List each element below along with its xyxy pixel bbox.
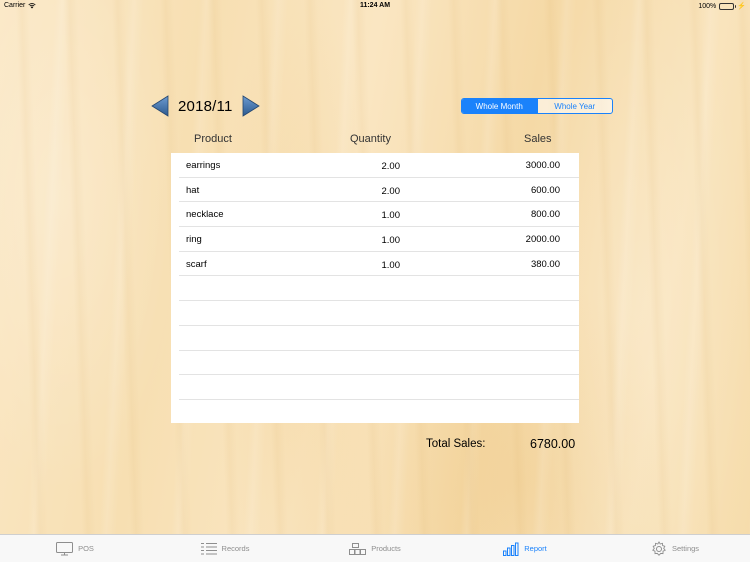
cell-quantity: 1.00 xyxy=(381,235,401,247)
table-row-empty[interactable] xyxy=(179,326,579,351)
table-row-empty[interactable] xyxy=(179,276,579,302)
sales-report-table[interactable]: earrings 2.00 3000.00 hat 2.00 600.00 ne… xyxy=(171,153,579,423)
cell-quantity: 2.00 xyxy=(381,185,401,197)
whole-month-segment[interactable]: Whole Month xyxy=(462,99,537,113)
boxes-icon xyxy=(349,542,367,555)
tab-products[interactable]: Products xyxy=(300,535,450,562)
tab-bar: POS Records Products Report Settings xyxy=(0,534,750,562)
period-segmented-control: Whole Month Whole Year xyxy=(461,98,613,114)
table-row-empty[interactable] xyxy=(179,375,579,400)
tab-pos[interactable]: POS xyxy=(0,535,150,562)
table-row[interactable]: hat 2.00 600.00 xyxy=(179,178,579,203)
cell-sales: 800.00 xyxy=(530,209,560,221)
gear-icon xyxy=(652,540,666,556)
tab-report[interactable]: Report xyxy=(450,535,600,562)
charging-icon: ⚡ xyxy=(737,3,746,10)
total-sales-label: Total Sales: xyxy=(426,438,486,450)
battery-percent: 100% xyxy=(698,2,717,10)
table-row[interactable]: necklace 1.00 800.00 xyxy=(179,202,579,228)
cell-product: earrings xyxy=(186,160,221,171)
table-header: Product Quantity Sales xyxy=(171,133,579,147)
tab-label: POS xyxy=(78,544,94,553)
status-bar: Carrier 11:24 AM 100% ⚡ xyxy=(0,0,750,12)
tab-label: Products xyxy=(371,544,401,553)
table-row[interactable]: earrings 2.00 3000.00 xyxy=(179,153,579,178)
cell-quantity: 1.00 xyxy=(381,210,401,222)
bar-chart-icon xyxy=(503,542,519,556)
header-product: Product xyxy=(194,133,232,145)
table-row[interactable]: ring 1.00 2000.00 xyxy=(179,227,579,252)
total-sales-value: 6780.00 xyxy=(530,437,576,451)
cell-sales: 3000.00 xyxy=(525,160,560,171)
cell-sales: 600.00 xyxy=(530,184,560,196)
tab-label: Settings xyxy=(671,544,700,553)
current-period: 2018/11 xyxy=(178,97,233,115)
list-icon xyxy=(200,542,217,554)
cell-quantity: 2.00 xyxy=(381,161,401,172)
cell-quantity: 1.00 xyxy=(381,259,401,271)
table-row-empty[interactable] xyxy=(179,301,579,326)
table-row[interactable]: scarf 1.00 380.00 xyxy=(179,252,579,277)
month-navigator: 2018/11 xyxy=(150,94,261,118)
cell-product: hat xyxy=(186,184,200,196)
monitor-icon xyxy=(56,541,74,555)
cell-sales: 2000.00 xyxy=(525,234,560,246)
next-month-button[interactable] xyxy=(241,95,261,117)
cell-product: scarf xyxy=(186,258,207,270)
clock: 11:24 AM xyxy=(359,2,391,9)
whole-year-segment[interactable]: Whole Year xyxy=(536,99,613,113)
tab-label: Records xyxy=(221,544,250,553)
tab-label: Report xyxy=(524,544,547,553)
cell-product: necklace xyxy=(186,209,224,221)
cell-sales: 380.00 xyxy=(530,258,560,270)
tab-records[interactable]: Records xyxy=(150,535,300,562)
header-sales: Sales xyxy=(524,133,552,145)
previous-month-button[interactable] xyxy=(150,95,170,117)
header-quantity: Quantity xyxy=(350,133,391,145)
table-row-empty[interactable] xyxy=(179,351,579,376)
battery-status: 100% ⚡ xyxy=(698,2,746,10)
battery-icon xyxy=(719,2,737,10)
tab-settings[interactable]: Settings xyxy=(600,535,750,562)
cell-product: ring xyxy=(186,234,202,246)
